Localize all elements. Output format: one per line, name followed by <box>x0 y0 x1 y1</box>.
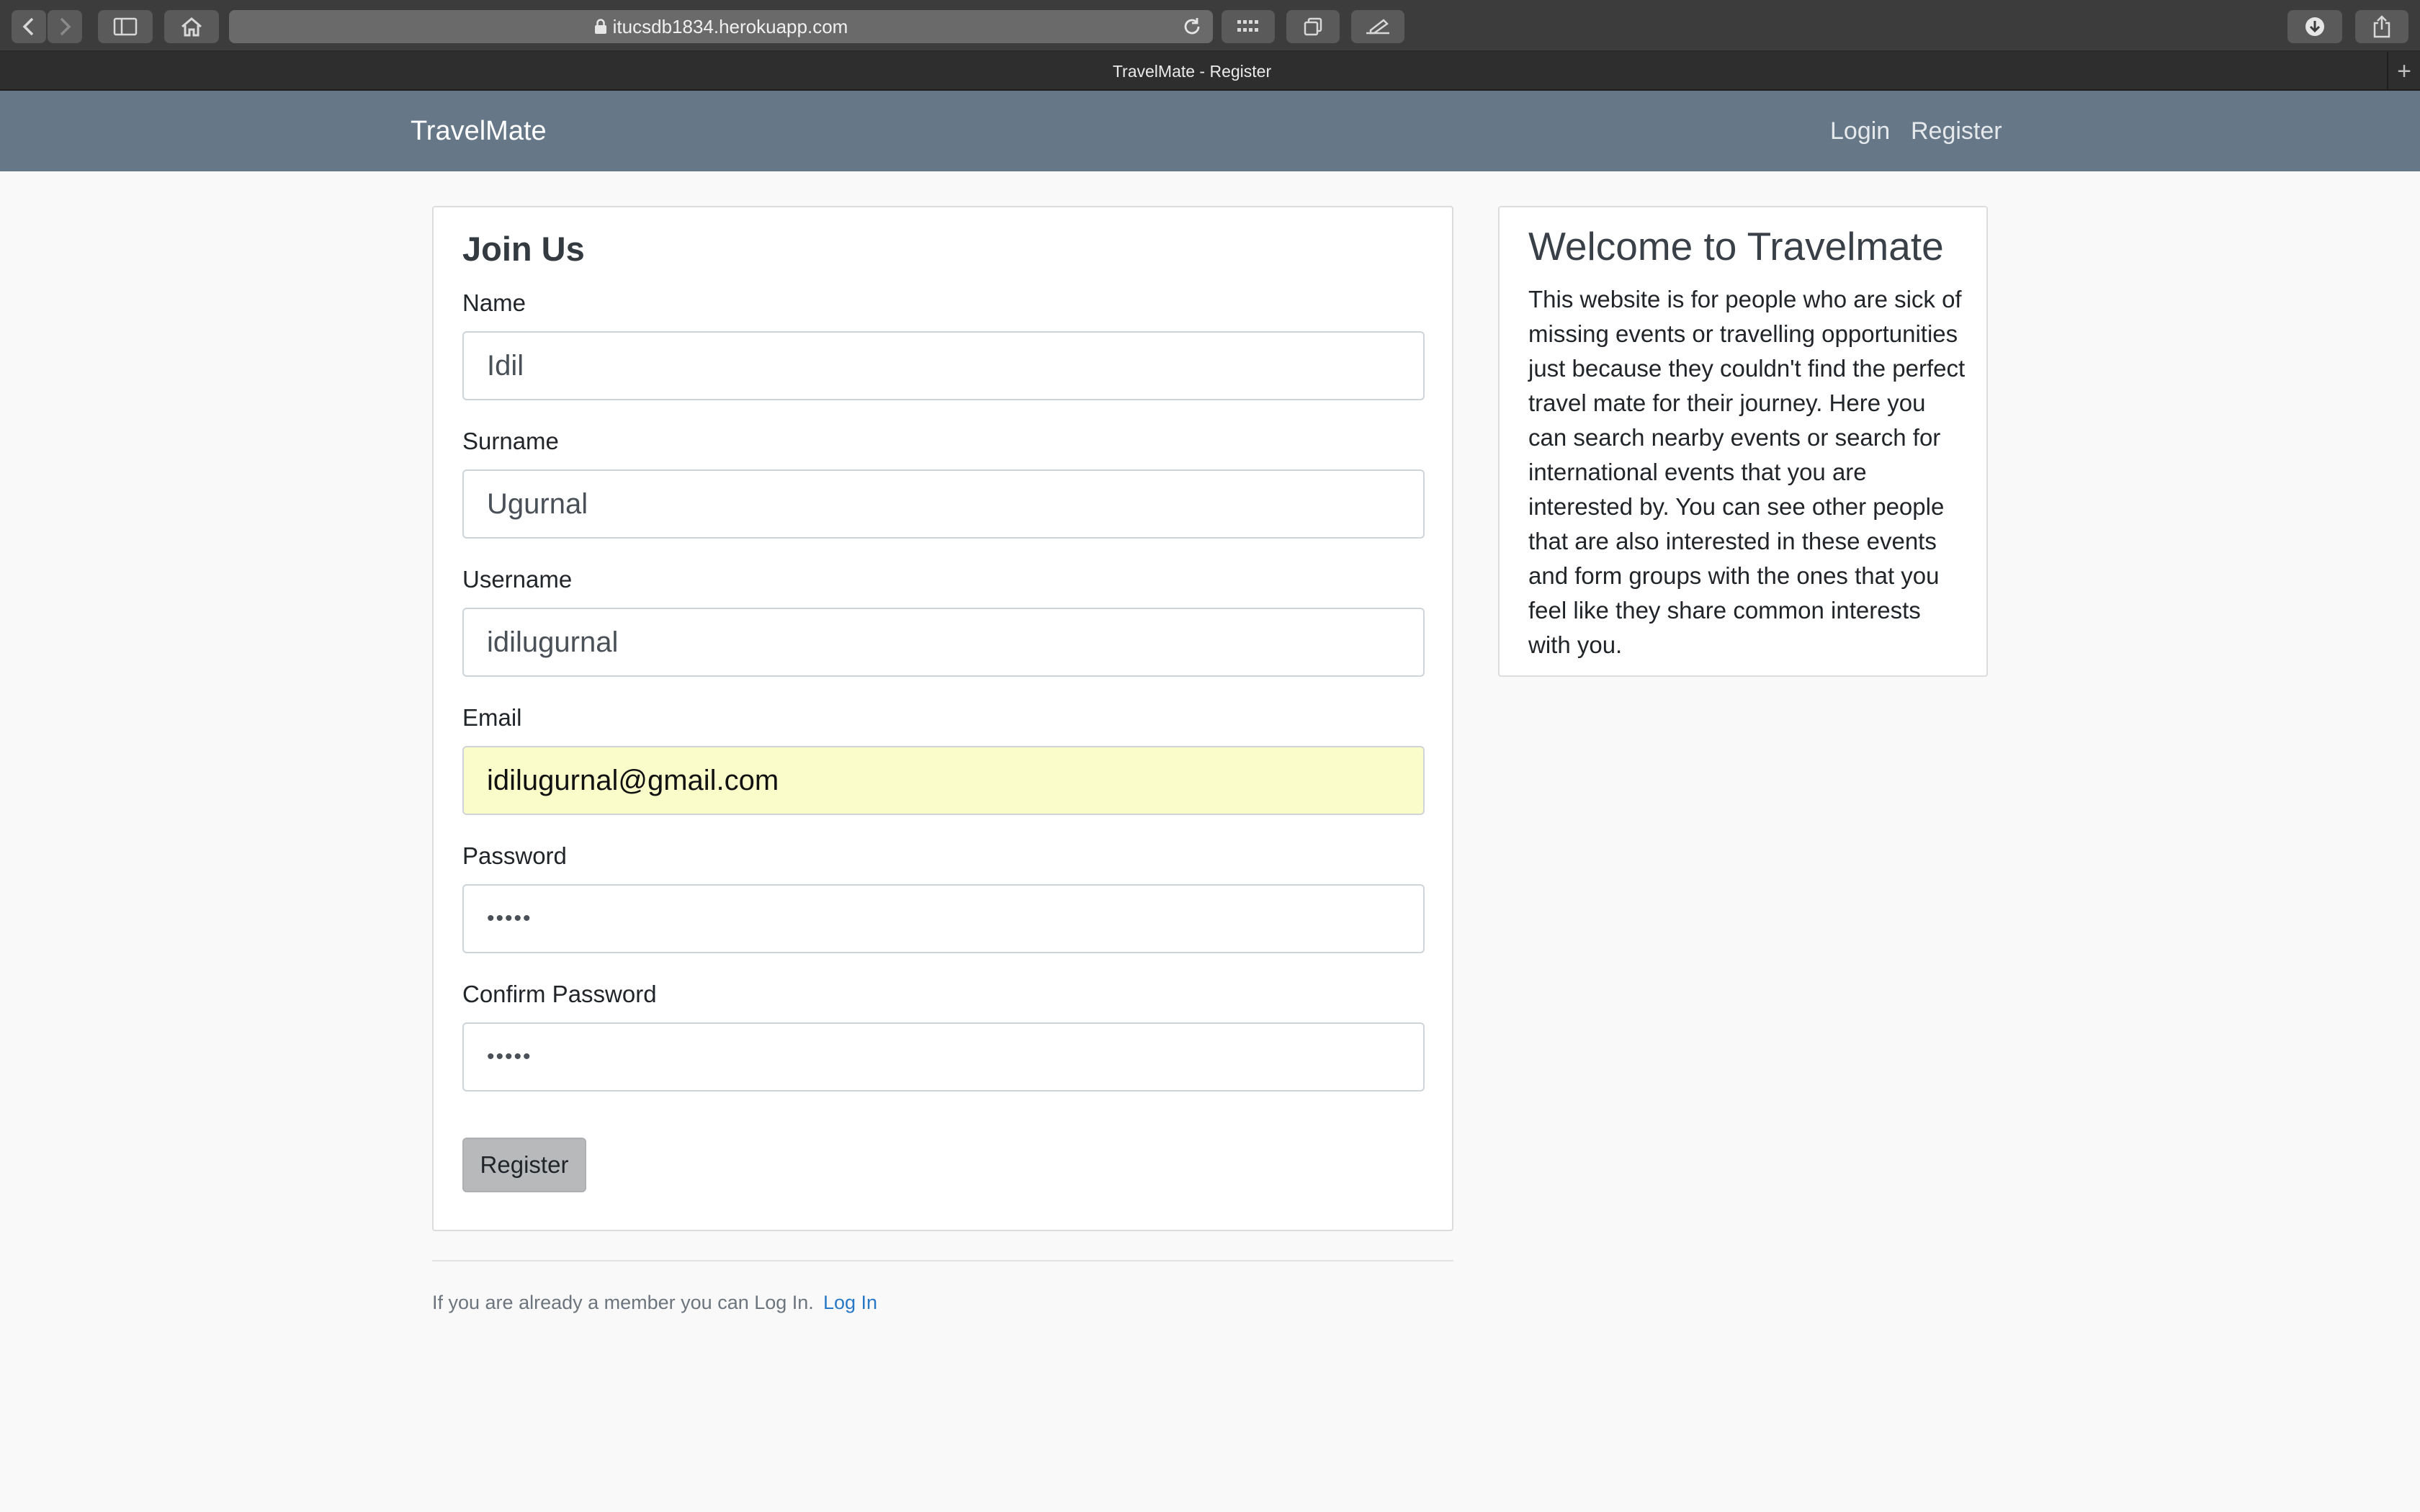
register-card: Join Us Name Surname Username Email Pass… <box>432 206 1453 1231</box>
tab-title: TravelMate - Register <box>1112 61 1272 81</box>
reload-icon[interactable] <box>1181 16 1203 37</box>
confirm-password-label: Confirm Password <box>462 981 657 1007</box>
name-input[interactable] <box>462 331 1425 400</box>
browser-toolbar: itucsdb1834.herokuapp.com <box>0 0 2420 52</box>
password-label: Password <box>462 842 567 869</box>
edit-icon <box>1366 19 1389 35</box>
username-label: Username <box>462 566 573 593</box>
tabs-overview-button[interactable] <box>1286 10 1340 43</box>
surname-input[interactable] <box>462 469 1425 539</box>
back-button[interactable] <box>12 10 46 43</box>
new-tab-button[interactable]: + <box>2387 52 2420 91</box>
grid-icon <box>1237 20 1258 32</box>
home-button[interactable] <box>164 10 219 43</box>
tab-bar: TravelMate - Register + <box>0 52 2420 91</box>
brand-link[interactable]: TravelMate <box>411 112 547 150</box>
welcome-title: Welcome to Travelmate <box>1528 224 1944 269</box>
forward-button[interactable] <box>48 10 82 43</box>
form-title: Join Us <box>462 230 585 268</box>
email-input[interactable] <box>462 746 1425 815</box>
tabs-icon <box>1304 17 1322 36</box>
name-label: Name <box>462 289 526 316</box>
share-button[interactable] <box>2355 10 2408 43</box>
footer-text: If you are already a member you can Log … <box>432 1292 814 1313</box>
site-navbar: TravelMate Login Register <box>0 91 2420 171</box>
url-text: itucsdb1834.herokuapp.com <box>612 15 848 37</box>
sidebar-button[interactable] <box>98 10 153 43</box>
footer-divider <box>432 1260 1453 1261</box>
username-input[interactable] <box>462 608 1425 677</box>
url-bar[interactable]: itucsdb1834.herokuapp.com <box>229 10 1213 43</box>
forward-icon <box>60 17 71 36</box>
active-tab[interactable]: TravelMate - Register <box>0 52 2384 91</box>
welcome-body: This website is for people who are sick … <box>1528 286 1966 658</box>
welcome-card: Welcome to Travelmate This website is fo… <box>1498 206 1988 677</box>
back-icon <box>22 17 34 36</box>
sidebar-icon <box>113 17 138 36</box>
nav-login-link[interactable]: Login <box>1830 112 1890 150</box>
surname-label: Surname <box>462 428 559 454</box>
confirm-password-input[interactable] <box>462 1022 1425 1092</box>
footer-login-link[interactable]: Log In <box>823 1292 877 1314</box>
home-icon <box>182 17 202 37</box>
share-icon <box>2373 15 2390 38</box>
nav-register-link[interactable]: Register <box>1911 112 2002 150</box>
register-button[interactable]: Register <box>462 1138 586 1192</box>
downloads-button[interactable] <box>2287 10 2342 43</box>
lock-icon <box>594 19 606 34</box>
password-input[interactable] <box>462 884 1425 953</box>
edit-button[interactable] <box>1351 10 1404 43</box>
top-sites-button[interactable] <box>1222 10 1275 43</box>
email-label: Email <box>462 704 522 731</box>
download-icon <box>2305 17 2324 36</box>
